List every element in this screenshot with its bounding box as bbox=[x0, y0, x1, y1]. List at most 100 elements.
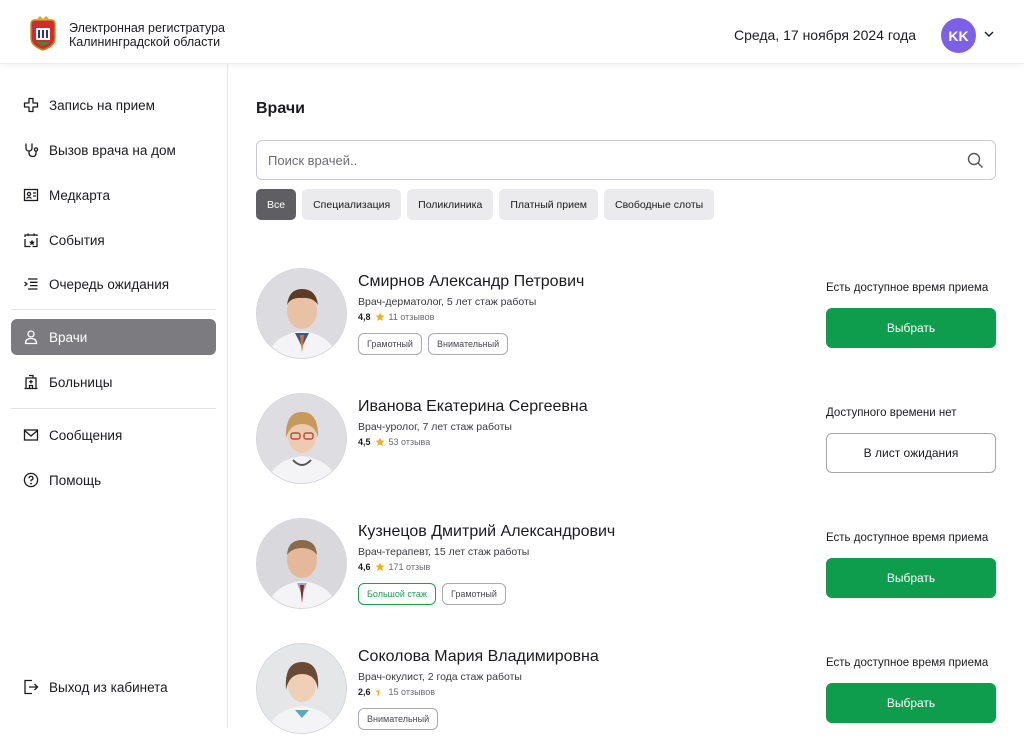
filter-all[interactable]: Все bbox=[256, 189, 297, 220]
doctor-tag: Грамотный bbox=[358, 333, 422, 355]
doctor-card: Иванова Екатерина Сергеевна Врач-уролог,… bbox=[256, 393, 996, 493]
sidebar-item-label: Врачи bbox=[49, 329, 88, 345]
sidebar-item-doctors[interactable]: Врачи bbox=[11, 319, 216, 355]
doctor-card: Смирнов Александр Петрович Врач-дерматол… bbox=[256, 268, 996, 368]
availability-status: Есть доступное время приема bbox=[826, 657, 989, 669]
top-header: Электронная регистратура Калининградской… bbox=[0, 0, 1024, 64]
hospital-icon bbox=[23, 374, 39, 390]
sidebar-item-label: Выход из кабинета bbox=[49, 679, 168, 695]
sidebar-divider bbox=[11, 309, 216, 310]
search-icon[interactable] bbox=[967, 152, 984, 169]
rating-value: 4,8 bbox=[358, 312, 371, 322]
sidebar-item-medcard[interactable]: Медкарта bbox=[11, 177, 216, 213]
doctor-name[interactable]: Соколова Мария Владимировна bbox=[358, 648, 599, 666]
sidebar-item-label: События bbox=[49, 232, 105, 248]
user-icon bbox=[23, 329, 39, 345]
brand-title: Электронная регистратура Калининградской… bbox=[69, 21, 225, 49]
sidebar-item-label: Очередь ожидания bbox=[49, 276, 170, 292]
sidebar-item-label: Медкарта bbox=[49, 187, 110, 203]
doctor-rating: 4,5 53 отзыва bbox=[358, 437, 430, 447]
doctor-name[interactable]: Иванова Екатерина Сергеевна bbox=[358, 398, 588, 416]
doctor-card: Кузнецов Дмитрий Александрович Врач-тера… bbox=[256, 518, 996, 618]
doctor-specialty: Врач-окулист, 2 года стаж работы bbox=[358, 671, 522, 683]
user-avatar[interactable]: KK bbox=[941, 18, 976, 53]
doctor-photo[interactable] bbox=[256, 268, 347, 359]
sidebar-item-label: Сообщения bbox=[49, 427, 123, 443]
doctor-photo[interactable] bbox=[256, 393, 347, 484]
sidebar-item-appointment[interactable]: Запись на прием bbox=[11, 87, 216, 123]
star-icon bbox=[375, 312, 385, 321]
doctor-tag: Грамотный bbox=[441, 583, 506, 605]
sidebar-item-label: Помощь bbox=[49, 472, 102, 488]
sidebar-item-label: Запись на прием bbox=[49, 97, 155, 113]
sidebar-item-label: Больницы bbox=[49, 374, 113, 390]
availability-status: Есть доступное время приема bbox=[826, 532, 989, 544]
doctor-name[interactable]: Смирнов Александр Петрович bbox=[358, 273, 584, 291]
sidebar-item-waiting-queue[interactable]: Очередь ожидания bbox=[11, 266, 216, 302]
search-box[interactable] bbox=[256, 140, 996, 180]
doctor-photo[interactable] bbox=[256, 643, 347, 734]
doctor-rating: 2,6 15 отзывов bbox=[358, 687, 435, 697]
doctor-specialty: Врач-дерматолог, 5 лет стаж работы bbox=[358, 296, 537, 308]
filter-paid[interactable]: Платный прием bbox=[499, 189, 598, 220]
availability-status: Доступного времени нет bbox=[826, 407, 957, 419]
doctor-card: Соколова Мария Владимировна Врач-окулист… bbox=[256, 643, 996, 743]
main-content: Врачи Все Специализация Поликлиника Плат… bbox=[228, 64, 1024, 734]
sidebar-item-home-visit[interactable]: Вызов врача на дом bbox=[11, 132, 216, 168]
sidebar: Запись на прием Вызов врача на дом Медка… bbox=[0, 64, 228, 728]
chevron-down-icon[interactable] bbox=[983, 28, 995, 40]
sidebar-item-hospitals[interactable]: Больницы bbox=[11, 364, 216, 400]
sidebar-item-help[interactable]: Помощь bbox=[11, 462, 216, 498]
review-count[interactable]: 15 отзывов bbox=[389, 687, 436, 697]
rating-value: 4,6 bbox=[358, 562, 371, 572]
stethoscope-icon bbox=[23, 142, 39, 158]
filter-chips: Все Специализация Поликлиника Платный пр… bbox=[256, 189, 715, 220]
id-card-icon bbox=[23, 187, 39, 203]
select-doctor-button[interactable]: Выбрать bbox=[826, 308, 996, 348]
doctor-tags: Грамотный Внимательный bbox=[358, 333, 509, 355]
filter-free-slots[interactable]: Свободные слоты bbox=[604, 189, 715, 220]
select-doctor-button[interactable]: Выбрать bbox=[826, 683, 996, 723]
calendar-star-icon bbox=[23, 232, 39, 248]
brand-line-2: Калининградской области bbox=[69, 35, 221, 49]
star-icon bbox=[375, 562, 385, 571]
queue-list-icon bbox=[23, 276, 39, 292]
filter-specialization[interactable]: Специализация bbox=[302, 189, 402, 220]
partial-star-icon bbox=[375, 689, 379, 696]
doctor-specialty: Врач-терапевт, 15 лет стаж работы bbox=[358, 546, 530, 558]
review-count[interactable]: 171 отзыв bbox=[389, 562, 431, 572]
sidebar-item-events[interactable]: События bbox=[11, 222, 216, 258]
help-circle-icon bbox=[23, 472, 39, 488]
page-title: Врачи bbox=[256, 100, 305, 117]
doctor-rating: 4,6 171 отзыв bbox=[358, 562, 430, 572]
plus-cross-icon bbox=[23, 97, 39, 113]
region-coat-of-arms-logo bbox=[27, 16, 59, 52]
mail-icon bbox=[23, 427, 39, 443]
doctor-photo[interactable] bbox=[256, 518, 347, 609]
doctor-tag: Большой стаж bbox=[358, 583, 436, 605]
sidebar-item-messages[interactable]: Сообщения bbox=[11, 417, 216, 453]
doctor-specialty: Врач-уролог, 7 лет стаж работы bbox=[358, 421, 512, 433]
star-icon bbox=[375, 437, 385, 446]
waitlist-button[interactable]: В лист ожидания bbox=[826, 433, 996, 473]
doctor-name[interactable]: Кузнецов Дмитрий Александрович bbox=[358, 523, 615, 541]
sidebar-divider bbox=[11, 408, 216, 409]
filter-clinic[interactable]: Поликлиника bbox=[407, 189, 494, 220]
brand-line-1: Электронная регистратура bbox=[69, 21, 225, 35]
search-input[interactable] bbox=[257, 141, 937, 179]
select-doctor-button[interactable]: Выбрать bbox=[826, 558, 996, 598]
sidebar-item-label: Вызов врача на дом bbox=[49, 142, 176, 158]
doctor-tags: Внимательный bbox=[358, 708, 439, 730]
review-count[interactable]: 53 отзыва bbox=[389, 437, 431, 447]
doctor-tag: Внимательный bbox=[358, 708, 439, 730]
sidebar-item-logout[interactable]: Выход из кабинета bbox=[11, 669, 216, 705]
rating-value: 2,6 bbox=[358, 687, 371, 697]
logout-icon bbox=[23, 679, 39, 695]
doctor-tag: Внимательный bbox=[427, 333, 509, 355]
current-date: Среда, 17 ноября 2024 года bbox=[734, 27, 917, 43]
rating-value: 4,5 bbox=[358, 437, 371, 447]
availability-status: Есть доступное время приема bbox=[826, 282, 989, 294]
doctor-rating: 4,8 11 отзывов bbox=[358, 312, 434, 322]
review-count[interactable]: 11 отзывов bbox=[389, 312, 435, 322]
doctor-tags: Большой стаж Грамотный bbox=[358, 583, 506, 605]
